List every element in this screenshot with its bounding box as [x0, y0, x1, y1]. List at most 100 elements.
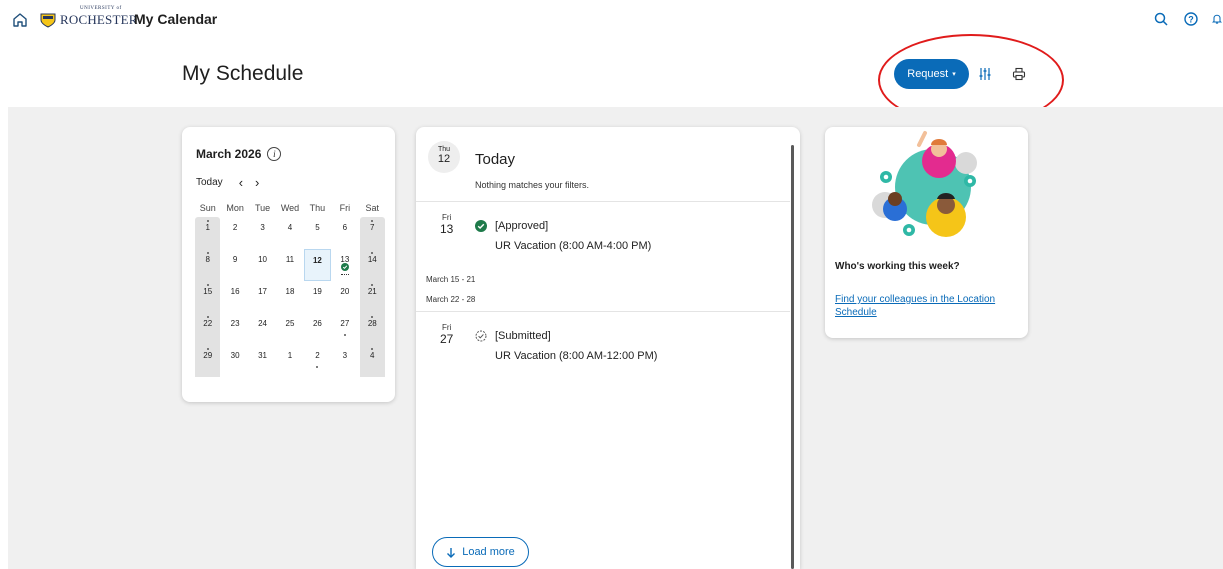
calendar-weekday-header: Sun Mon Tue Wed Thu Fri Sat [194, 203, 386, 217]
event-dot [206, 252, 209, 254]
home-icon[interactable] [9, 9, 31, 31]
day-number: 19 [312, 287, 322, 296]
calendar-day[interactable]: 26 [304, 313, 331, 345]
calendar-day[interactable]: 18 [276, 281, 303, 313]
today-date-badge: Thu 12 [428, 141, 460, 173]
calendar-day[interactable]: 21 [359, 281, 385, 313]
calendar-week-row: 22 23 24 25 26 27 28 [194, 313, 386, 345]
calendar-today-button[interactable]: Today [196, 177, 223, 188]
calendar-day[interactable]: 7 [359, 217, 385, 249]
university-logo[interactable]: UNIVERSITY of ROCHESTER [40, 6, 138, 28]
divider [416, 201, 790, 202]
calendar-day[interactable]: 23 [221, 313, 248, 345]
weekday-label: Wed [280, 203, 300, 213]
calendar-day[interactable]: 5 [304, 217, 331, 249]
help-icon[interactable]: ? [1181, 9, 1201, 29]
calendar-day[interactable]: 3 [249, 217, 276, 249]
event-dot [371, 316, 374, 318]
calendar-day[interactable]: 6 [331, 217, 358, 249]
event-dot [206, 284, 209, 286]
day-number: 5 [315, 223, 320, 232]
calendar-prev-button[interactable]: ‹ [239, 175, 243, 190]
event-detail[interactable]: UR Vacation (8:00 AM-4:00 PM) [495, 240, 651, 252]
calendar-day[interactable]: 25 [276, 313, 303, 345]
calendar-day[interactable]: 1 [276, 345, 303, 377]
calendar-day[interactable]: 8 [195, 249, 221, 281]
calendar-day[interactable]: 4 [276, 217, 303, 249]
today-day-number: 12 [437, 153, 451, 165]
logo-text: UNIVERSITY of ROCHESTER [60, 6, 138, 28]
request-button[interactable]: Request ▾ [894, 59, 969, 89]
day-number: 7 [370, 223, 375, 232]
info-icon[interactable]: i [267, 147, 282, 161]
day-number: 26 [312, 319, 322, 328]
day-number: 29 [203, 351, 213, 360]
calendar-day[interactable]: 16 [221, 281, 248, 313]
calendar-next-button[interactable]: › [255, 175, 259, 190]
calendar-day[interactable]: 4 [359, 345, 385, 377]
svg-text:?: ? [1188, 15, 1194, 25]
event-weekday: Fri [442, 213, 452, 222]
event-weekday: Fri [442, 323, 452, 332]
day-number: 4 [370, 351, 375, 360]
day-number: 8 [205, 255, 210, 264]
calendar-day[interactable]: 15 [195, 281, 221, 313]
event-dot [371, 348, 374, 350]
calendar-day[interactable]: 13 [331, 249, 358, 281]
print-icon[interactable] [1009, 63, 1029, 85]
day-number: 20 [340, 287, 350, 296]
event-detail[interactable]: UR Vacation (8:00 AM-12:00 PM) [495, 350, 657, 362]
day-number: 6 [342, 223, 348, 232]
schedule-list: Thu 12 Today Nothing matches your filter… [416, 127, 800, 569]
calendar-day[interactable]: 11 [276, 249, 303, 281]
bell-icon[interactable] [1211, 9, 1223, 29]
mini-calendar: March 2026 i Today ‹ › Sun Mon Tue Wed T… [182, 127, 395, 402]
day-number: 16 [230, 287, 240, 296]
calendar-day[interactable]: 2 [304, 345, 331, 377]
calendar-day[interactable]: 10 [249, 249, 276, 281]
event-status-approved[interactable]: [Approved] [475, 220, 548, 232]
calendar-day[interactable]: 17 [249, 281, 276, 313]
calendar-day[interactable]: 1 [195, 217, 221, 249]
day-number: 31 [258, 351, 268, 360]
calendar-day-today[interactable]: 12 [303, 249, 332, 281]
shield-icon [40, 13, 56, 28]
day-number: 17 [258, 287, 268, 296]
event-status-submitted[interactable]: [Submitted] [475, 330, 551, 342]
scrollbar[interactable] [791, 145, 794, 569]
calendar-day[interactable]: 31 [249, 345, 276, 377]
day-number: 23 [230, 319, 240, 328]
day-number: 9 [232, 255, 238, 264]
calendar-week-row: 15 16 17 18 19 20 21 [194, 281, 386, 313]
day-number: 3 [260, 223, 265, 232]
calendar-day[interactable]: 29 [195, 345, 221, 377]
event-date: Fri 27 [440, 323, 453, 346]
calendar-day[interactable]: 30 [221, 345, 248, 377]
filter-sliders-icon[interactable] [975, 63, 995, 85]
divider [416, 311, 790, 312]
calendar-day[interactable]: 28 [359, 313, 385, 345]
arrow-down-icon [447, 547, 456, 558]
event-dot [371, 252, 374, 254]
calendar-day[interactable]: 27 [331, 313, 358, 345]
day-number: 3 [342, 351, 348, 360]
main-content: March 2026 i Today ‹ › Sun Mon Tue Wed T… [8, 107, 1223, 569]
calendar-day[interactable]: 24 [249, 313, 276, 345]
calendar-day[interactable]: 20 [331, 281, 358, 313]
load-more-button[interactable]: Load more [432, 537, 529, 567]
today-heading: Today [475, 151, 516, 168]
calendar-day[interactable]: 22 [195, 313, 221, 345]
calendar-month-label: March 2026 [196, 147, 262, 161]
calendar-day[interactable]: 9 [221, 249, 248, 281]
calendar-day[interactable]: 14 [359, 249, 385, 281]
calendar-nav: Today ‹ › [196, 175, 259, 190]
calendar-day[interactable]: 2 [221, 217, 248, 249]
calendar-month-header: March 2026 i [196, 147, 282, 161]
day-number: 2 [232, 223, 238, 232]
load-more-label: Load more [462, 546, 515, 558]
calendar-day[interactable]: 3 [331, 345, 358, 377]
location-schedule-link[interactable]: Find your colleagues in the Location Sch… [835, 293, 1025, 319]
calendar-day[interactable]: 19 [304, 281, 331, 313]
day-number: 10 [258, 255, 268, 264]
search-icon[interactable] [1151, 9, 1171, 29]
